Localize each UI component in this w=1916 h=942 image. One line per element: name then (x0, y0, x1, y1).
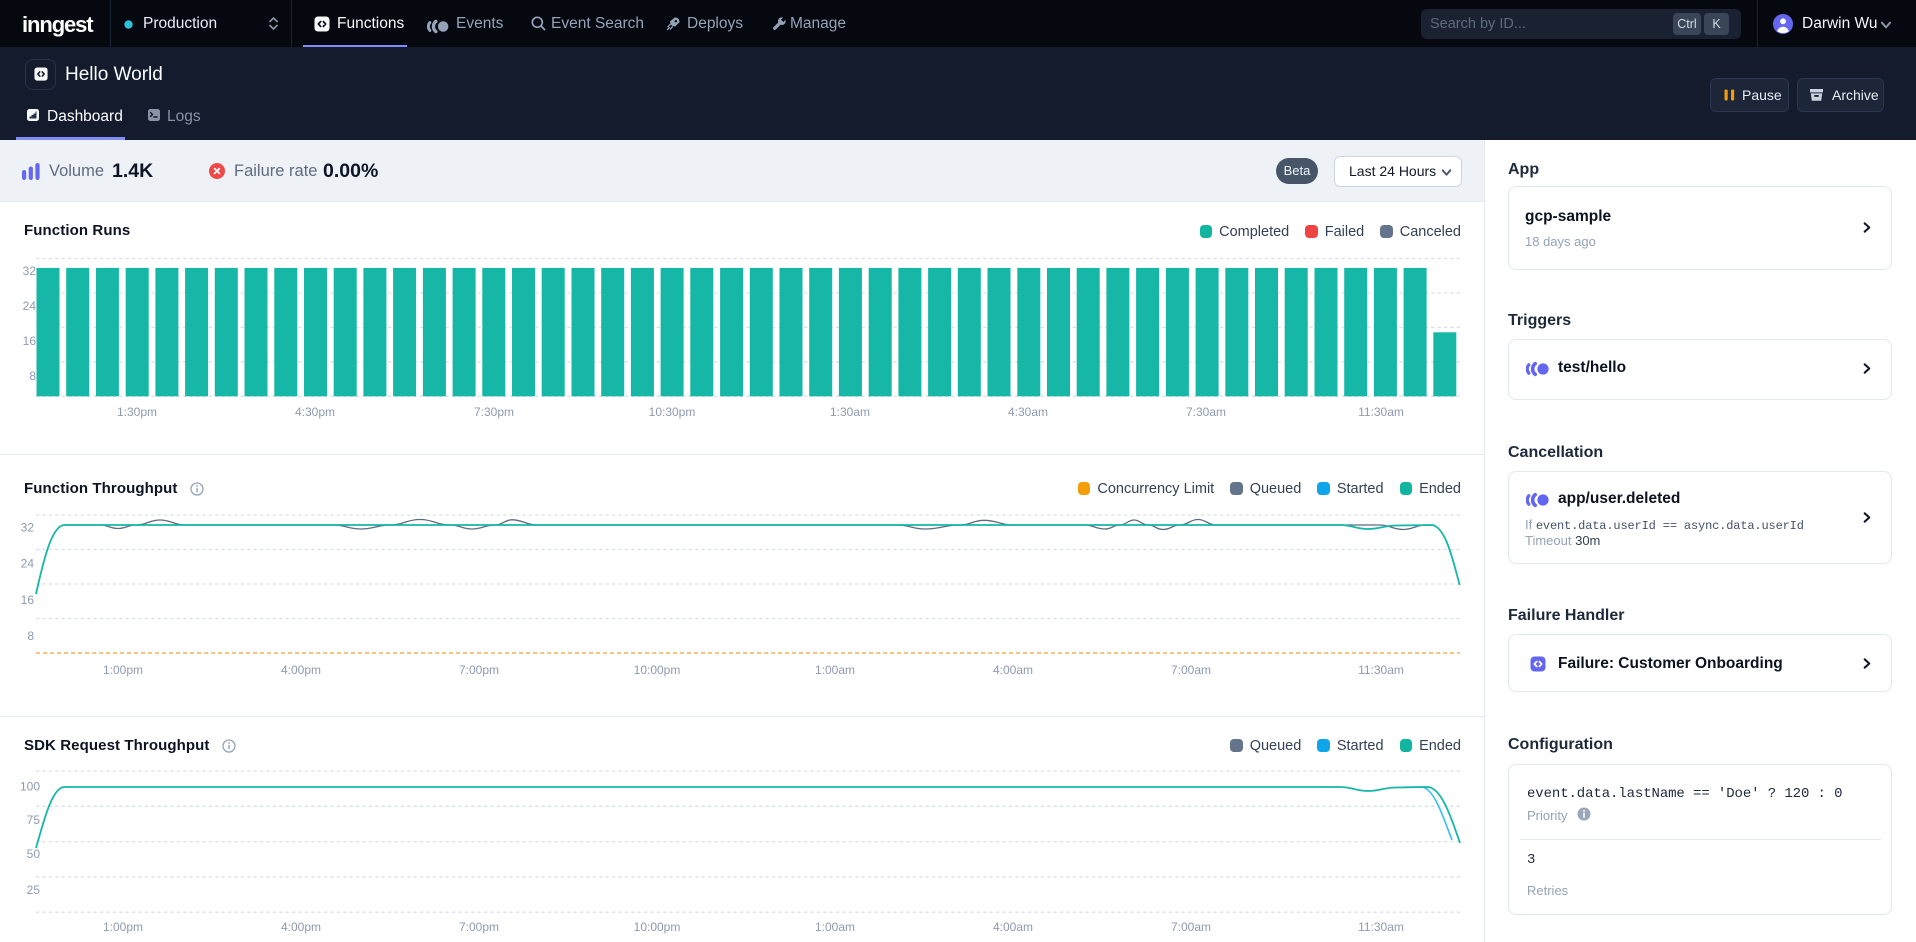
svg-text:16: 16 (23, 334, 37, 348)
svg-text:7:00am: 7:00am (1171, 663, 1211, 677)
svg-text:1:00pm: 1:00pm (103, 920, 143, 934)
svg-text:8: 8 (27, 629, 34, 643)
svg-text:4:00am: 4:00am (993, 920, 1033, 934)
svg-text:75: 75 (27, 813, 41, 827)
svg-text:1:00am: 1:00am (815, 663, 855, 677)
svg-text:1:00am: 1:00am (815, 920, 855, 934)
svg-text:24: 24 (23, 299, 37, 313)
svg-text:32: 32 (23, 264, 37, 278)
svg-text:7:00am: 7:00am (1171, 920, 1211, 934)
svg-text:4:30am: 4:30am (1008, 405, 1048, 419)
svg-text:16: 16 (21, 593, 35, 607)
svg-text:32: 32 (21, 521, 35, 535)
svg-text:1:30pm: 1:30pm (117, 405, 157, 419)
svg-text:10:30pm: 10:30pm (649, 405, 696, 419)
svg-text:11:30am: 11:30am (1358, 405, 1404, 419)
svg-text:11:30am: 11:30am (1358, 663, 1404, 677)
svg-text:1:00pm: 1:00pm (103, 663, 143, 677)
svg-text:7:00pm: 7:00pm (459, 920, 499, 934)
svg-text:24: 24 (21, 557, 35, 571)
svg-text:4:00pm: 4:00pm (281, 920, 321, 934)
svg-text:4:00am: 4:00am (993, 663, 1033, 677)
svg-text:10:00pm: 10:00pm (634, 920, 681, 934)
svg-text:7:30am: 7:30am (1186, 405, 1226, 419)
svg-text:25: 25 (27, 883, 41, 897)
svg-text:4:00pm: 4:00pm (281, 663, 321, 677)
svg-text:7:30pm: 7:30pm (474, 405, 514, 419)
svg-text:10:00pm: 10:00pm (634, 663, 681, 677)
svg-text:50: 50 (27, 847, 41, 861)
svg-text:11:30am: 11:30am (1358, 920, 1404, 934)
svg-text:8: 8 (29, 369, 36, 383)
svg-text:1:30am: 1:30am (830, 405, 870, 419)
svg-text:4:30pm: 4:30pm (295, 405, 335, 419)
svg-text:7:00pm: 7:00pm (459, 663, 499, 677)
svg-text:100: 100 (20, 780, 40, 794)
